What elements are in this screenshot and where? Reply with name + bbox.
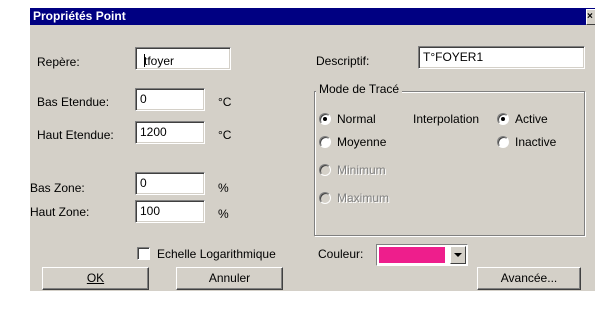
haut-etendue-input[interactable]: 1200 xyxy=(135,121,205,144)
bas-zone-input[interactable]: 0 xyxy=(135,172,205,195)
repere-input[interactable]: tfoyer xyxy=(135,47,231,70)
descriptif-value: T°FOYER1 xyxy=(423,50,484,64)
dropdown-arrow-button[interactable] xyxy=(450,246,466,264)
radio-minimum xyxy=(319,164,331,176)
repere-label: Repère: xyxy=(37,55,80,69)
ok-button-label: OK xyxy=(86,271,105,285)
descriptif-input[interactable]: T°FOYER1 xyxy=(418,46,585,69)
color-swatch xyxy=(379,247,445,263)
text-caret xyxy=(144,54,145,67)
chevron-down-icon xyxy=(454,253,462,257)
haut-etendue-label: Haut Etendue: xyxy=(37,128,114,142)
radio-maximum xyxy=(319,192,331,204)
bas-zone-label: Bas Zone: xyxy=(30,181,85,195)
haut-etendue-unit: °C xyxy=(218,128,232,142)
avancee-button-label: Avancée... xyxy=(500,271,558,285)
haut-etendue-value: 1200 xyxy=(140,125,167,139)
echelle-logarithmique-checkbox[interactable] xyxy=(137,247,150,260)
repere-value: tfoyer xyxy=(144,54,175,68)
haut-zone-value: 100 xyxy=(140,204,161,218)
bas-zone-unit: % xyxy=(218,181,229,195)
close-icon: × xyxy=(587,11,593,22)
interpolation-label: Interpolation xyxy=(413,112,480,126)
bas-zone-value: 0 xyxy=(140,176,147,190)
couleur-dropdown[interactable] xyxy=(376,244,468,266)
haut-zone-input[interactable]: 100 xyxy=(135,200,205,223)
radio-interpolation-inactive[interactable] xyxy=(497,136,509,148)
bas-etendue-input[interactable]: 0 xyxy=(135,88,205,111)
radio-active-label: Active xyxy=(515,112,548,126)
dialog-title: Propriétés Point xyxy=(33,9,126,23)
bas-etendue-unit: °C xyxy=(218,95,232,109)
echelle-logarithmique-label: Echelle Logarithmique xyxy=(157,247,276,261)
radio-interpolation-active[interactable] xyxy=(497,113,509,125)
radio-selected-dot xyxy=(501,117,505,121)
radio-normal[interactable] xyxy=(319,113,331,125)
radio-minimum-label: Minimum xyxy=(337,163,386,177)
ok-button[interactable]: OK xyxy=(42,267,149,290)
radio-maximum-label: Maximum xyxy=(337,191,390,205)
bas-etendue-label: Bas Etendue: xyxy=(37,95,110,109)
haut-zone-unit: % xyxy=(218,207,229,221)
haut-zone-label: Haut Zone: xyxy=(30,205,90,219)
mode-de-trace-title: Mode de Tracé xyxy=(316,82,403,96)
radio-moyenne[interactable] xyxy=(319,136,331,148)
couleur-label: Couleur: xyxy=(318,247,364,261)
descriptif-label: Descriptif: xyxy=(316,54,370,68)
bas-etendue-value: 0 xyxy=(140,92,147,106)
radio-moyenne-label: Moyenne xyxy=(337,135,387,149)
radio-normal-label: Normal xyxy=(337,112,376,126)
radio-inactive-label: Inactive xyxy=(515,135,557,149)
title-bar: Propriétés Point × xyxy=(30,8,595,25)
annuler-button-label: Annuler xyxy=(208,271,251,285)
avancee-button[interactable]: Avancée... xyxy=(477,267,581,290)
properties-dialog: Propriétés Point × Repère: tfoyer Bas Et… xyxy=(30,8,595,291)
close-button[interactable]: × xyxy=(586,9,595,25)
annuler-button[interactable]: Annuler xyxy=(176,267,283,290)
radio-selected-dot xyxy=(323,117,327,121)
